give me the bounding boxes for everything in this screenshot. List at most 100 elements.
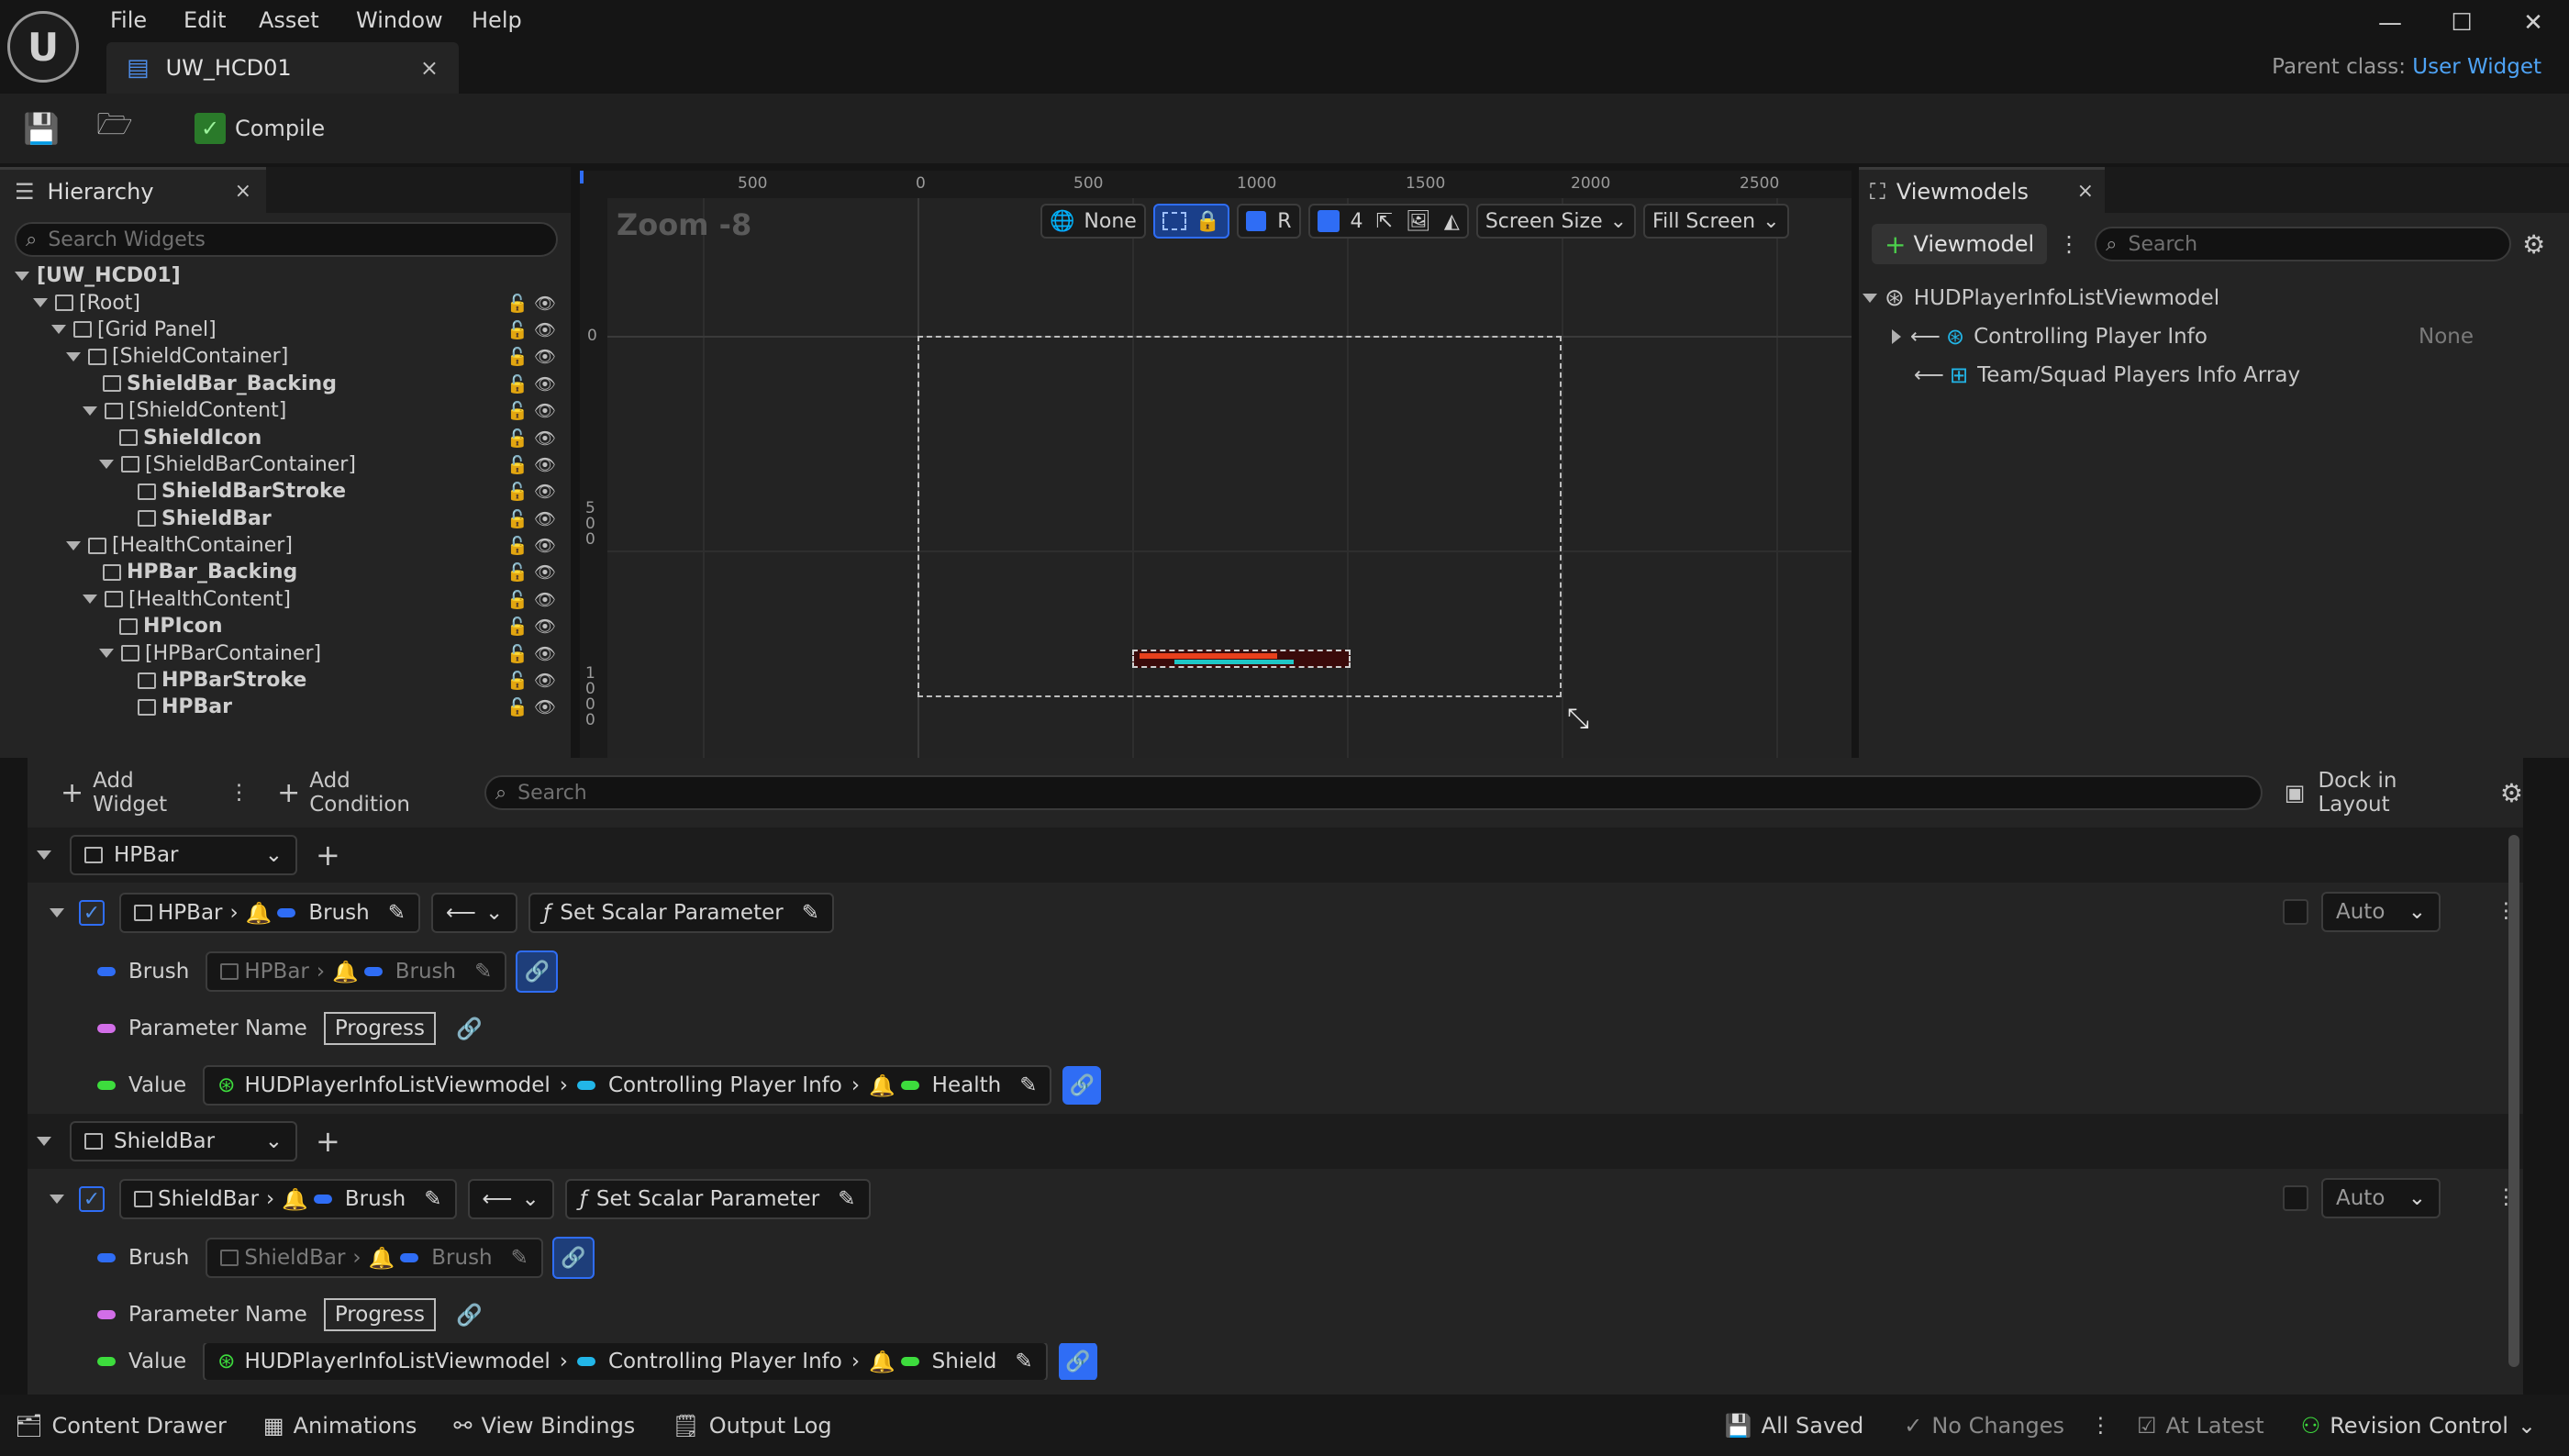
resize-handle-icon[interactable]: ⤡ (1567, 703, 1589, 735)
tree-item[interactable]: HPBar_Backing 🔓👁 (0, 559, 562, 585)
tree-item[interactable]: [HealthContent] 🔓👁 (0, 586, 562, 613)
document-tab[interactable]: ▤ UW_HCD01 × (106, 42, 459, 94)
save-icon[interactable]: 💾 (18, 106, 64, 151)
revision-control-button[interactable]: ⚇ Revision Control ⌄ (2301, 1413, 2536, 1439)
tree-item[interactable]: HPBar 🔓👁 (0, 694, 562, 720)
link-icon[interactable]: 🔗 (456, 1303, 483, 1328)
update-mode-dropdown[interactable]: Auto ⌄ (2321, 892, 2441, 932)
value-binding-path[interactable]: ⊛ HUDPlayerInfoListViewmodel › Controlling … (203, 1065, 1052, 1106)
widget-selector[interactable]: HPBar ⌄ (70, 835, 297, 875)
link-icon[interactable]: 🔗 (516, 950, 559, 993)
plus-icon[interactable]: + (316, 838, 340, 872)
edit-pencil-icon[interactable]: ✎ (1015, 1350, 1032, 1373)
tree-item[interactable]: [ShieldContent] 🔓👁 (0, 397, 562, 424)
plus-icon[interactable]: + (316, 1124, 340, 1159)
no-changes-button[interactable]: ✓ No Changes (1904, 1413, 2064, 1439)
value-binding-path[interactable]: ⊛ HUDPlayerInfoListViewmodel › Controlling … (203, 1343, 1048, 1380)
viewmodel-root[interactable]: ⊛ HUDPlayerInfoListViewmodel (1859, 279, 2569, 317)
tree-item[interactable]: ShieldIcon 🔓👁 (0, 424, 562, 450)
close-tab-icon[interactable]: × (420, 55, 439, 81)
edit-pencil-icon[interactable]: ✎ (388, 901, 406, 925)
collapse-icon[interactable] (50, 1195, 64, 1204)
tree-item[interactable]: ShieldBar 🔓👁 (0, 506, 562, 532)
minimize-icon[interactable]: — (2354, 0, 2426, 46)
binding-direction-dropdown[interactable]: ⟵ ⌄ (431, 893, 518, 933)
brush-binding[interactable]: HPBar › 🔔 Brush ✎ (206, 951, 507, 992)
binding-enabled-checkbox[interactable]: ✓ (79, 900, 105, 926)
lock-eye-icons[interactable]: 🔓👁 (506, 454, 562, 475)
widget-selector[interactable]: ShieldBar ⌄ (70, 1121, 297, 1161)
lock-eye-icons[interactable]: 🔓👁 (506, 293, 562, 314)
binding-target[interactable]: HPBar › 🔔 Brush ✎ (119, 893, 420, 933)
kebab-menu-icon[interactable]: ⋮ (2090, 1414, 2111, 1438)
grid-snap-toggle[interactable]: 4 ⇱ 🖼 ◭ (1307, 204, 1469, 239)
viewmodels-search-input[interactable]: ⌕ Search (2095, 227, 2512, 261)
conversion-function[interactable]: ƒ Set Scalar Parameter ✎ (528, 893, 834, 933)
at-latest-button[interactable]: ☑ At Latest (2137, 1413, 2264, 1439)
menu-file[interactable]: File (110, 7, 147, 33)
fill-screen-dropdown[interactable]: Fill Screen ⌄ (1643, 204, 1789, 239)
one-time-checkbox[interactable] (2283, 1185, 2308, 1211)
maximize-icon[interactable]: ☐ (2426, 0, 2497, 46)
binding-target[interactable]: ShieldBar › 🔔 Brush ✎ (119, 1179, 457, 1219)
dock-in-layout-button[interactable]: ▣ Dock in Layout (2285, 769, 2474, 817)
settings-gear-icon[interactable]: ⚙ (2522, 229, 2545, 260)
tree-item[interactable]: [ShieldContainer] 🔓👁 (0, 343, 562, 370)
lock-eye-icons[interactable]: 🔓👁 (506, 319, 562, 340)
edit-pencil-icon[interactable]: ✎ (424, 1187, 441, 1211)
lock-eye-icons[interactable]: 🔓👁 (506, 535, 562, 556)
add-viewmodel-button[interactable]: + Viewmodel (1872, 224, 2048, 264)
tree-item[interactable]: ShieldBarStroke 🔓👁 (0, 478, 562, 505)
content-drawer-button[interactable]: 🗂 Content Drawer (15, 1413, 227, 1439)
lock-eye-icons[interactable]: 🔓👁 (506, 643, 562, 664)
lock-toggle[interactable]: 🔒 (1152, 204, 1230, 239)
edit-pencil-icon[interactable]: ✎ (838, 1187, 855, 1211)
collapse-icon[interactable] (50, 908, 64, 917)
collapse-icon[interactable] (37, 1137, 51, 1146)
lock-eye-icons[interactable]: 🔓👁 (506, 696, 562, 717)
close-panel-icon[interactable]: × (2077, 180, 2094, 203)
bindings-search-input[interactable]: ⌕ Search (484, 775, 2263, 810)
viewmodel-property[interactable]: ⟵ ⊞ Team/Squad Players Info Array (1859, 356, 2569, 395)
parent-class-link[interactable]: User Widget (2412, 55, 2541, 79)
menu-asset[interactable]: Asset (259, 7, 319, 33)
collapse-icon[interactable] (37, 850, 51, 860)
all-saved-button[interactable]: 💾 All Saved (1725, 1413, 1863, 1439)
tree-item[interactable]: [HealthContainer] 🔓👁 (0, 532, 562, 559)
unreal-logo-icon[interactable]: U (7, 11, 79, 83)
animations-button[interactable]: ▦ Animations (263, 1413, 417, 1439)
tree-item[interactable]: [HPBarContainer] 🔓👁 (0, 639, 562, 666)
culture-button[interactable]: 🌐 None (1040, 204, 1146, 239)
tree-item[interactable]: [Root] 🔓👁 (0, 289, 562, 316)
hud-widget-preview[interactable] (1132, 650, 1351, 668)
lock-eye-icons[interactable]: 🔓👁 (506, 508, 562, 529)
bindings-scrollbar[interactable] (2508, 835, 2519, 1367)
edit-pencil-icon[interactable]: ✎ (511, 1246, 528, 1270)
kebab-menu-icon[interactable]: ⋮ (228, 781, 250, 805)
link-icon[interactable]: 🔗 (551, 1237, 595, 1279)
update-mode-dropdown[interactable]: Auto ⌄ (2321, 1178, 2441, 1218)
lock-eye-icons[interactable]: 🔓👁 (506, 589, 562, 610)
menu-window[interactable]: Window (356, 7, 443, 33)
respect-locks-toggle[interactable]: R (1237, 204, 1301, 239)
edit-pencil-icon[interactable]: ✎ (802, 901, 819, 925)
tree-item[interactable]: [ShieldBarContainer] 🔓👁 (0, 451, 562, 478)
menu-help[interactable]: Help (472, 7, 522, 33)
screen-size-dropdown[interactable]: Screen Size ⌄ (1475, 204, 1637, 239)
compile-button[interactable]: ✓ Compile (195, 113, 325, 144)
link-icon[interactable]: 🔗 (456, 1017, 483, 1041)
tree-item[interactable]: [UW_HCD01] (0, 262, 562, 289)
lock-eye-icons[interactable]: 🔓👁 (506, 616, 562, 637)
browse-icon[interactable]: 🗁 (92, 106, 138, 151)
viewmodel-property[interactable]: ⟵ ⊛ Controlling Player Info None (1859, 317, 2569, 356)
kebab-menu-icon[interactable]: ⋮ (2058, 231, 2080, 257)
widget-design-area[interactable] (918, 336, 1562, 697)
tree-item[interactable]: HPBarStroke 🔓👁 (0, 667, 562, 694)
hierarchy-search-input[interactable]: ⌕ Search Widgets (15, 222, 558, 257)
settings-gear-icon[interactable]: ⚙ (2500, 778, 2523, 808)
hierarchy-tab[interactable]: ☰ Hierarchy × (0, 167, 266, 213)
menu-edit[interactable]: Edit (184, 7, 226, 33)
lock-eye-icons[interactable]: 🔓👁 (506, 428, 562, 449)
link-icon[interactable]: 🔗 (1058, 1343, 1097, 1380)
add-condition-button[interactable]: + Add Condition (277, 769, 457, 817)
